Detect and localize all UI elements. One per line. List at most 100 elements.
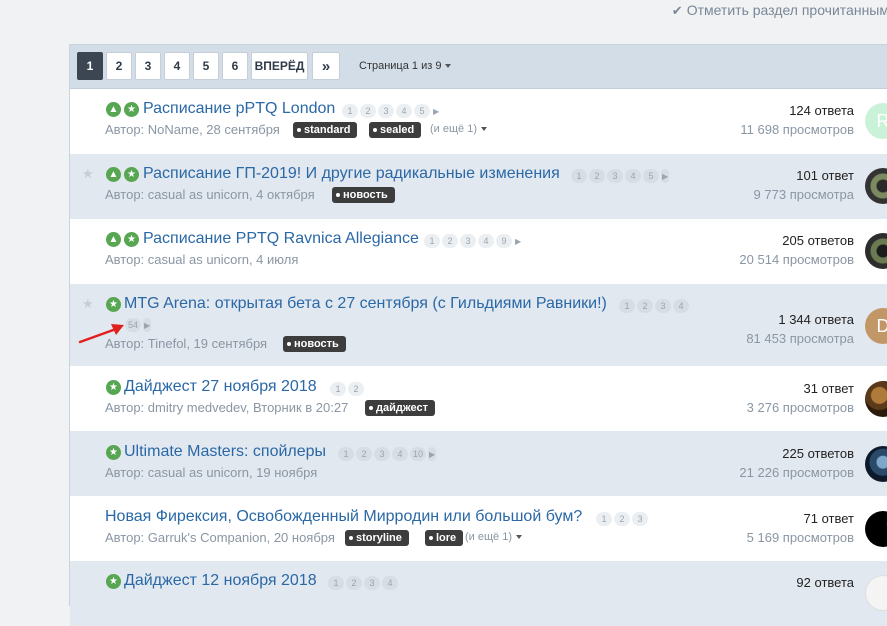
avatar[interactable] — [865, 381, 887, 417]
checkmark-icon: ✔ — [671, 3, 683, 18]
topic-page-link[interactable]: 3 — [364, 576, 380, 590]
topic-page-link[interactable]: 2 — [356, 447, 372, 461]
topic-title-link[interactable]: Ultimate Masters: спойлеры — [124, 443, 326, 461]
topic-page-link[interactable]: 4 — [396, 104, 412, 118]
red-arrow-annotation — [78, 324, 124, 344]
topic-title-link[interactable]: MTG Arena: открытая бета с 27 сентября (… — [124, 295, 607, 313]
topic-page-link[interactable]: 2 — [346, 576, 362, 590]
topic-page-link[interactable]: 1 — [596, 512, 612, 526]
reply-count: 101 ответ — [796, 168, 854, 183]
topic-pages: 1 2 3 4 5 ▶ — [571, 169, 670, 183]
topic-page-link[interactable]: 1 — [571, 169, 587, 183]
avatar[interactable] — [865, 233, 887, 269]
topic-page-link[interactable]: 4 — [673, 299, 689, 313]
page-button-5[interactable]: 5 — [193, 52, 219, 80]
topic-row: ★ Дайджест 12 ноября 2018 1234 92 ответа — [70, 561, 887, 626]
topic-page-link[interactable]: 3 — [460, 234, 476, 248]
topic-page-link[interactable]: 3 — [655, 299, 671, 313]
avatar[interactable] — [865, 511, 887, 547]
chevron-right-icon: ▶ — [143, 318, 152, 332]
tag-chip[interactable]: sealed — [369, 122, 422, 138]
featured-star-icon: ★ — [124, 232, 139, 247]
page-jump-dropdown[interactable]: Страница 1 из 9 — [359, 60, 452, 72]
topic-page-link[interactable]: 1 — [424, 234, 440, 248]
view-count: 20 514 просмотров — [739, 252, 854, 267]
chevron-right-icon: ▶ — [433, 106, 440, 116]
topic-page-link[interactable]: 2 — [348, 382, 364, 396]
tag-chip[interactable]: standard — [293, 122, 358, 138]
more-tags-link[interactable]: (и ещё 1) — [430, 123, 487, 135]
tag-chip[interactable]: storyline — [345, 530, 409, 546]
topic-page-link[interactable]: 3 — [374, 447, 390, 461]
mark-read-link[interactable]: ✔ Отметить раздел прочитанным — [672, 2, 887, 19]
topic-page-link[interactable]: 2 — [614, 512, 630, 526]
topic-pages: 123 — [596, 512, 648, 526]
chevron-right-icon: ▶ — [661, 169, 670, 183]
tag-chip[interactable]: новость — [332, 187, 395, 203]
topic-pages-overflow: 54 ▶ — [125, 318, 152, 332]
topic-page-link[interactable]: 1 — [328, 576, 344, 590]
view-count: 5 169 просмотров — [746, 530, 854, 545]
topic-title-link[interactable]: Расписание pPTQ London — [143, 100, 335, 118]
reply-count: 124 ответа — [789, 103, 854, 118]
topic-title-link[interactable]: Дайджест 27 ноября 2018 — [124, 378, 317, 396]
topic-page-link[interactable]: 3 — [607, 169, 623, 183]
more-tags-link[interactable]: (и ещё 1) — [465, 531, 522, 543]
topic-page-link[interactable]: 3 — [378, 104, 394, 118]
topic-page-link[interactable]: 1 — [342, 104, 358, 118]
last-page-button[interactable]: » — [312, 52, 340, 80]
avatar[interactable]: D — [865, 308, 887, 344]
caret-down-icon — [445, 64, 452, 69]
topic-page-link[interactable]: 10 — [410, 447, 426, 461]
topic-page-link[interactable]: 2 — [589, 169, 605, 183]
topic-page-link[interactable]: 2 — [360, 104, 376, 118]
topic-title-link[interactable]: Расписание ГП-2019! И другие радикальные… — [143, 165, 560, 183]
topic-page-link[interactable]: 9 — [496, 234, 512, 248]
topic-page-link[interactable]: 4 — [392, 447, 408, 461]
reply-count: 225 ответов — [782, 446, 854, 461]
avatar[interactable]: R — [865, 103, 887, 139]
follow-star-icon[interactable]: ★ — [82, 166, 94, 182]
topic-author: Автор: casual as unicorn, 19 ноября — [105, 465, 318, 480]
tag-chip[interactable]: дайджест — [365, 400, 435, 416]
page-button-3[interactable]: 3 — [135, 52, 161, 80]
topic-page-link[interactable]: 1 — [619, 299, 635, 313]
topic-title-link[interactable]: Новая Фирексия, Освобожденный Мирродин и… — [105, 508, 582, 526]
topic-author: Автор: casual as unicorn, 4 июля — [105, 252, 299, 267]
topic-pages: 12 — [330, 382, 364, 396]
topic-author: Автор: Tinefol, 19 сентября — [105, 336, 268, 351]
avatar[interactable] — [865, 446, 887, 482]
tag-chip[interactable]: lore — [425, 530, 464, 546]
avatar[interactable] — [865, 575, 887, 611]
topic-page-link[interactable]: 5 — [414, 104, 430, 118]
topic-title-link[interactable]: Расписание PPTQ Ravnica Allegiance — [143, 230, 419, 248]
pagination-bar: 1 2 3 4 5 6 ВПЕРЁД » Страница 1 из 9 — [70, 45, 887, 89]
follow-star-icon[interactable]: ★ — [82, 296, 94, 312]
topic-page-link[interactable]: 4 — [625, 169, 641, 183]
page-button-4[interactable]: 4 — [164, 52, 190, 80]
page-button-6[interactable]: 6 — [222, 52, 248, 80]
topic-page-link[interactable]: 2 — [637, 299, 653, 313]
topic-page-link[interactable]: 1 — [338, 447, 354, 461]
caret-down-icon — [516, 535, 522, 540]
topic-page-link[interactable]: 1 — [330, 382, 346, 396]
topic-page-link[interactable]: 5 — [643, 169, 659, 183]
topic-pages: 1234 — [328, 576, 398, 590]
avatar[interactable] — [865, 168, 887, 204]
reply-count: 31 ответ — [803, 381, 854, 396]
tag-chip[interactable]: новость — [283, 336, 346, 352]
topic-page-link[interactable]: 2 — [442, 234, 458, 248]
pin-icon: ▲ — [106, 167, 121, 182]
topic-page-link[interactable]: 3 — [632, 512, 648, 526]
topic-page-link[interactable]: 4 — [382, 576, 398, 590]
topic-title-link[interactable]: Дайджест 12 ноября 2018 — [124, 572, 317, 590]
topic-author: Автор: casual as unicorn, 4 октября — [105, 187, 315, 202]
topic-row: ★ ▲ ★ Расписание ГП-2019! И другие радик… — [70, 154, 887, 219]
next-page-button[interactable]: ВПЕРЁД — [251, 52, 308, 80]
page-button-2[interactable]: 2 — [106, 52, 132, 80]
topic-pages: 1 2 3 4 5 ▶ — [342, 104, 440, 118]
view-count: 81 453 просмотра — [746, 331, 854, 346]
topic-page-link[interactable]: 4 — [478, 234, 494, 248]
topic-row: Новая Фирексия, Освобожденный Мирродин и… — [70, 496, 887, 561]
page-button-1[interactable]: 1 — [77, 52, 103, 80]
